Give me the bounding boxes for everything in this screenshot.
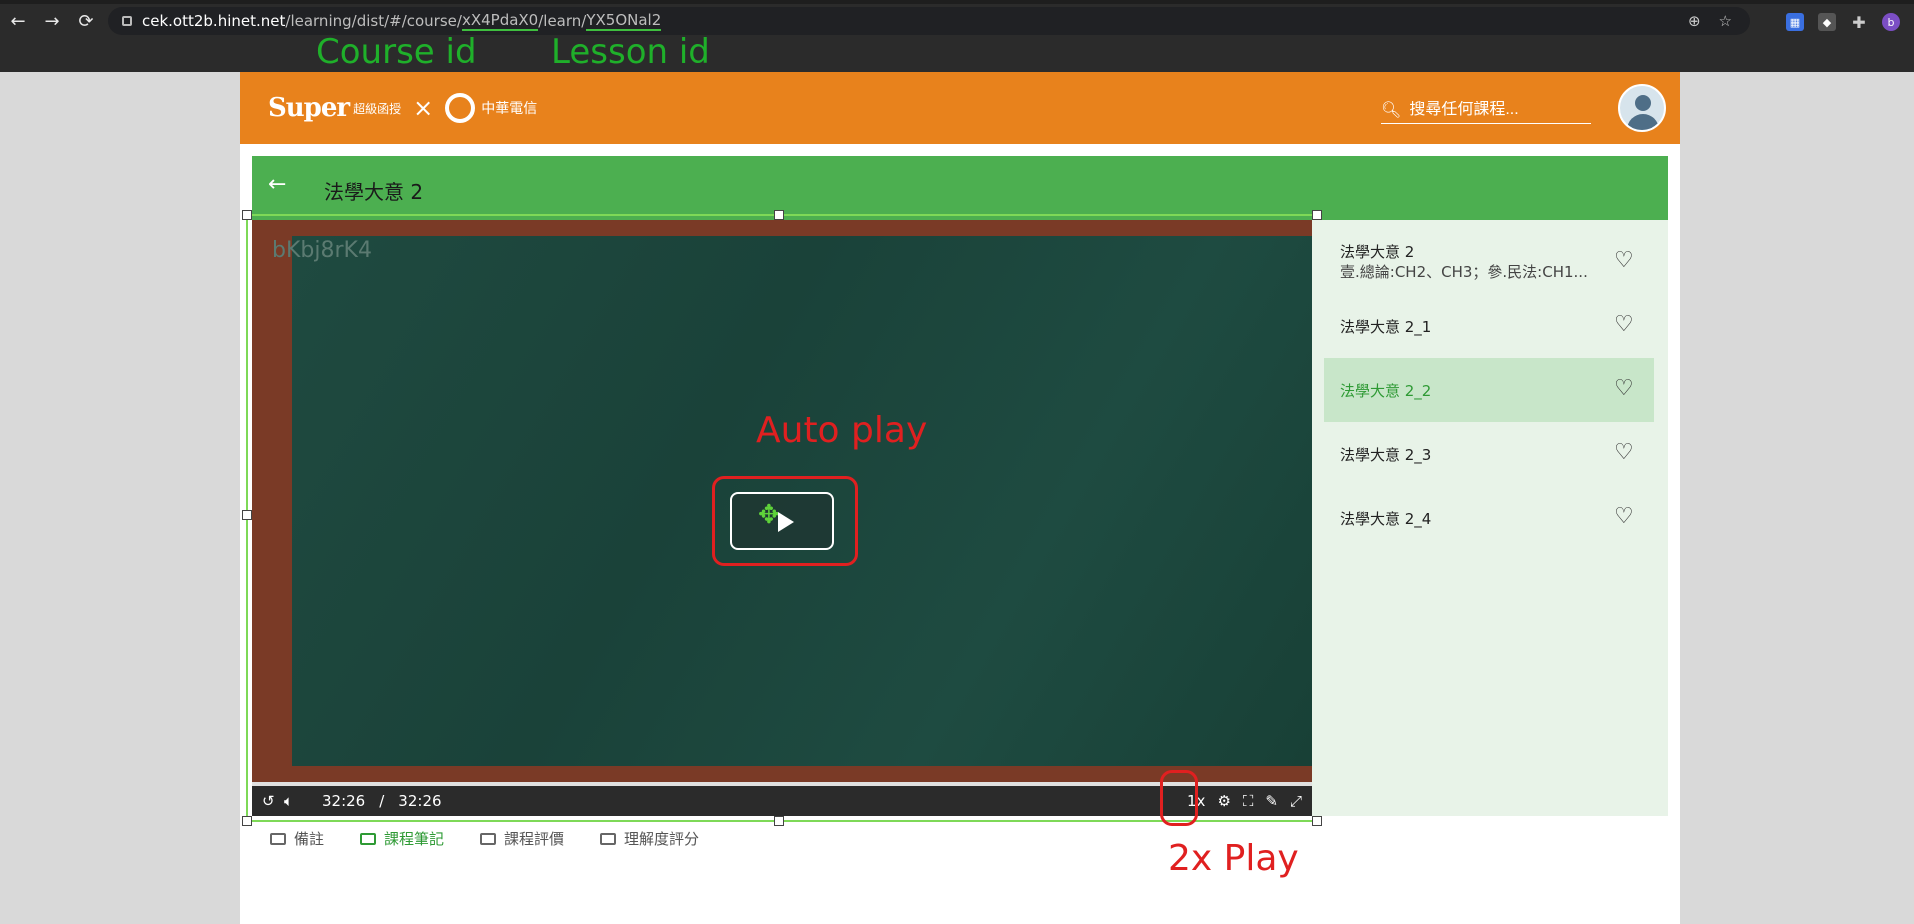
tab-course-review[interactable]: 課程評價: [480, 828, 564, 849]
bookmark-star-icon[interactable]: ☆: [1719, 12, 1732, 30]
search-input[interactable]: [1409, 100, 1580, 119]
playlist-item-active[interactable]: 法學大意 2_2 ♡: [1324, 358, 1654, 422]
playlist-item[interactable]: 法學大意 2_3 ♡: [1324, 422, 1654, 486]
heart-icon[interactable]: ♡: [1614, 314, 1636, 336]
tab-course-notes[interactable]: 課程筆記: [360, 828, 444, 849]
url-lesson-id: YX5ONal2: [586, 11, 662, 31]
lesson-id-annotation: Lesson id: [551, 32, 710, 72]
browser-chrome: ← → ⟳ cek.ott2b.hinet.net /learning/dist…: [0, 0, 1914, 72]
forward-arrow-icon[interactable]: →: [36, 5, 68, 37]
autoplay-highlight: [712, 476, 858, 566]
course-id-annotation: Course id: [316, 32, 477, 72]
cht-logo-icon: [445, 93, 476, 123]
tab-understanding-rating[interactable]: 理解度評分: [600, 828, 699, 849]
puzzle-icon[interactable]: ✚: [1850, 13, 1868, 32]
heart-icon[interactable]: ♡: [1614, 506, 1636, 528]
profile-avatar[interactable]: b: [1882, 13, 1900, 31]
heart-icon[interactable]: ♡: [1614, 442, 1636, 464]
window-icon: [600, 832, 617, 845]
course-title-bar: ← 法學大意 2: [252, 156, 1668, 220]
window-icon: [480, 832, 497, 845]
extension-icon[interactable]: ▦: [1786, 13, 1804, 31]
url-host: cek.ott2b.hinet.net: [142, 12, 286, 30]
page: Super 超級函授 × 中華電信 🔍︎ ← 法學大意 2 bKbj8rK4 ✥…: [240, 72, 1680, 924]
page-title: 法學大意 2: [324, 180, 424, 204]
reload-icon[interactable]: ⟳: [70, 5, 102, 37]
tab-notes[interactable]: 備註: [270, 828, 324, 849]
search-box[interactable]: 🔍︎: [1381, 96, 1591, 124]
heart-icon[interactable]: ♡: [1614, 250, 1636, 272]
autoplay-annotation: Auto play: [756, 410, 928, 451]
site-header: Super 超級函授 × 中華電信 🔍︎: [240, 72, 1680, 144]
back-arrow-icon[interactable]: ←: [2, 5, 34, 37]
zoom-icon[interactable]: ⊕: [1688, 12, 1701, 30]
search-icon: 🔍︎: [1381, 100, 1402, 119]
lock-icon: [122, 16, 132, 26]
playlist-item[interactable]: 法學大意 2 壹.總論:CH2、CH3；參.民法:CH1... ♡: [1324, 230, 1654, 294]
lesson-playlist: 法學大意 2 壹.總論:CH2、CH3；參.民法:CH1... ♡ 法學大意 2…: [1312, 220, 1668, 816]
cross-icon: ×: [413, 94, 434, 122]
heart-icon[interactable]: ♡: [1614, 378, 1636, 400]
address-bar[interactable]: cek.ott2b.hinet.net /learning/dist/#/cou…: [108, 7, 1750, 35]
window-icon: [270, 832, 286, 845]
shield-icon[interactable]: ◆: [1818, 13, 1836, 31]
window-icon: [360, 832, 377, 845]
logo[interactable]: Super 超級函授 × 中華電信: [268, 88, 537, 128]
user-avatar[interactable]: [1618, 84, 1666, 132]
url-course-id: xX4PdaX0: [461, 11, 539, 31]
playlist-item[interactable]: 法學大意 2_1 ♡: [1324, 294, 1654, 358]
playlist-item[interactable]: 法學大意 2_4 ♡: [1324, 486, 1654, 550]
speed-annotation: 2x Play: [1168, 838, 1299, 879]
back-arrow-icon[interactable]: ←: [268, 172, 286, 197]
speed-highlight: [1160, 770, 1198, 826]
bottom-tabs: 備註 課程筆記 課程評價 理解度評分: [270, 828, 699, 849]
